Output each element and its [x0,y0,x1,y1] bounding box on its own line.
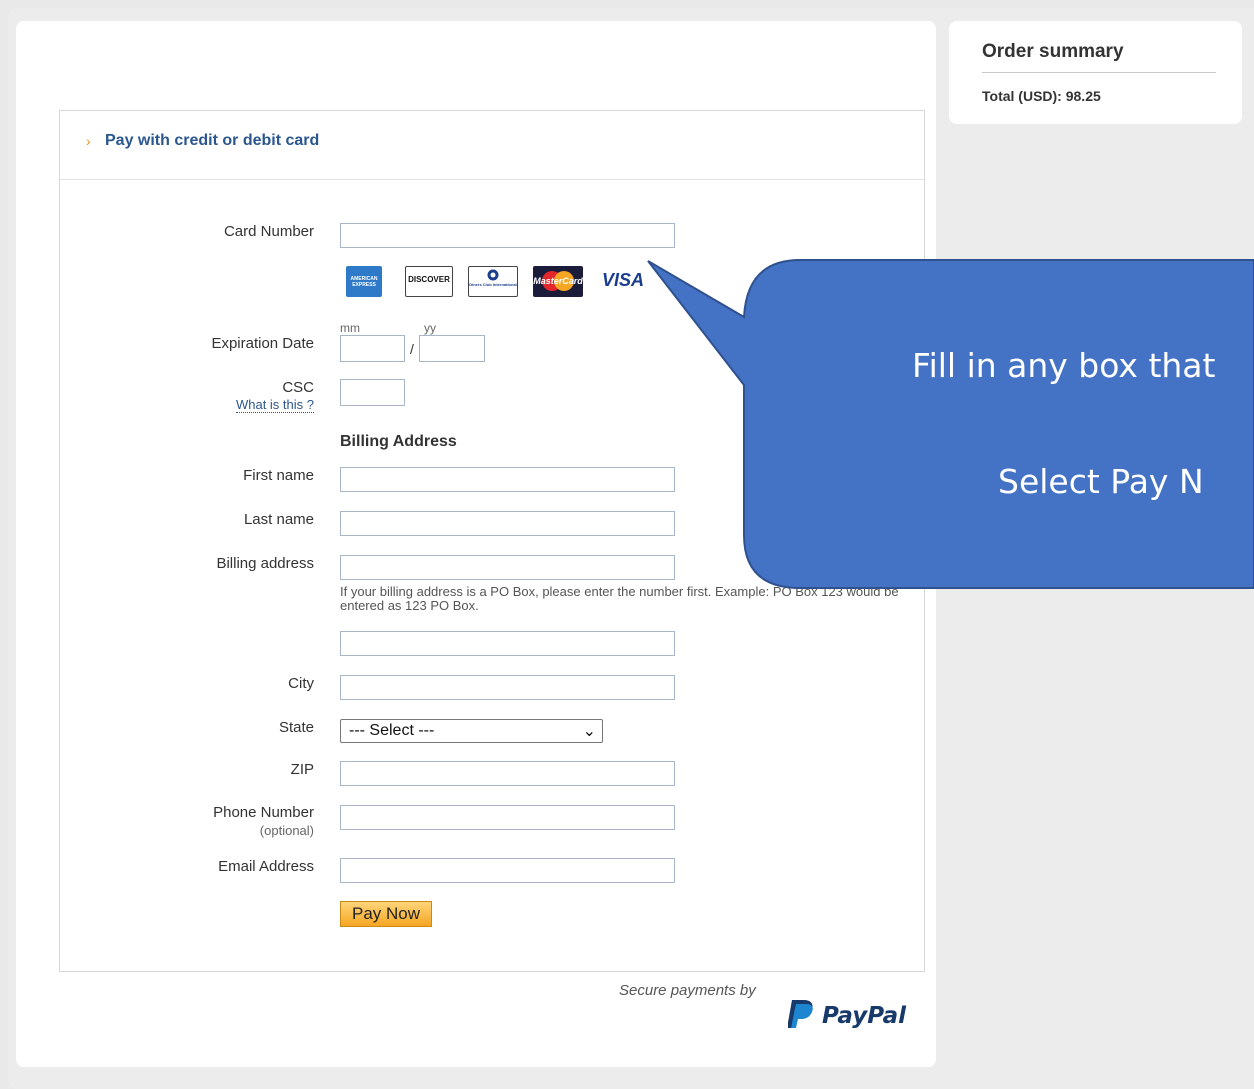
paypal-wordmark: PayPal [822,1003,907,1029]
diners-club-logo-icon: Diners Club International [468,266,518,297]
phone-input[interactable] [340,805,675,830]
chevron-right-icon: › [86,133,91,149]
csc-label: CSC [282,379,314,396]
summary-divider [982,72,1216,73]
order-summary-title: Order summary [982,41,1124,62]
phone-label: Phone Number [213,804,314,821]
expiration-month-input[interactable] [340,335,405,362]
state-selected-value: --- Select --- [349,722,435,739]
first-name-input[interactable] [340,467,675,492]
state-label: State [278,719,314,736]
billing-address-input[interactable] [340,555,675,580]
callout-line-2: Select Pay N [998,462,1204,501]
page-background: › Pay with credit or debit card Card Num… [0,0,1254,1089]
date-separator: / [410,341,414,357]
csc-help-link[interactable]: What is this ? [235,398,314,413]
order-summary-panel: Order summary Total (USD): 98.25 [949,21,1242,124]
pay-now-button[interactable]: Pay Now [340,901,432,927]
year-hint: yy [424,321,436,335]
zip-label: ZIP [290,761,314,778]
form-header[interactable]: › Pay with credit or debit card [60,111,924,180]
expiration-date-label: Expiration Date [211,335,314,352]
billing-address-label: Billing address [216,555,314,572]
first-name-label: First name [243,467,314,484]
last-name-input[interactable] [340,511,675,536]
card-number-label: Card Number [223,223,314,240]
mastercard-logo-icon: MasterCard [533,266,583,297]
order-total: Total (USD): 98.25 [982,88,1101,104]
zip-input[interactable] [340,761,675,786]
city-input[interactable] [340,675,675,700]
month-hint: mm [340,321,360,335]
csc-input[interactable] [340,379,405,406]
email-label: Email Address [218,858,314,875]
expiration-year-input[interactable] [419,335,485,362]
billing-address-heading: Billing Address [340,433,457,450]
discover-logo-icon: DISCOVER [405,266,453,297]
form-title: Pay with credit or debit card [105,132,320,149]
instruction-callout [647,259,1254,589]
city-label: City [288,675,314,692]
paypal-logo: PayPal [787,998,908,1035]
card-number-input[interactable] [340,223,675,248]
chevron-down-icon: ⌄ [582,723,596,740]
amex-logo-icon: AMERICAN EXPRESS [346,266,382,297]
callout-line-1: Fill in any box that [912,346,1216,385]
email-input[interactable] [340,858,675,883]
billing-address-line2-input[interactable] [340,631,675,656]
last-name-label: Last name [243,511,314,528]
phone-optional-label: (optional) [259,823,314,838]
secure-payments-text: Secure payments by [619,982,756,999]
state-select[interactable]: --- Select --- ⌄ [340,719,603,743]
